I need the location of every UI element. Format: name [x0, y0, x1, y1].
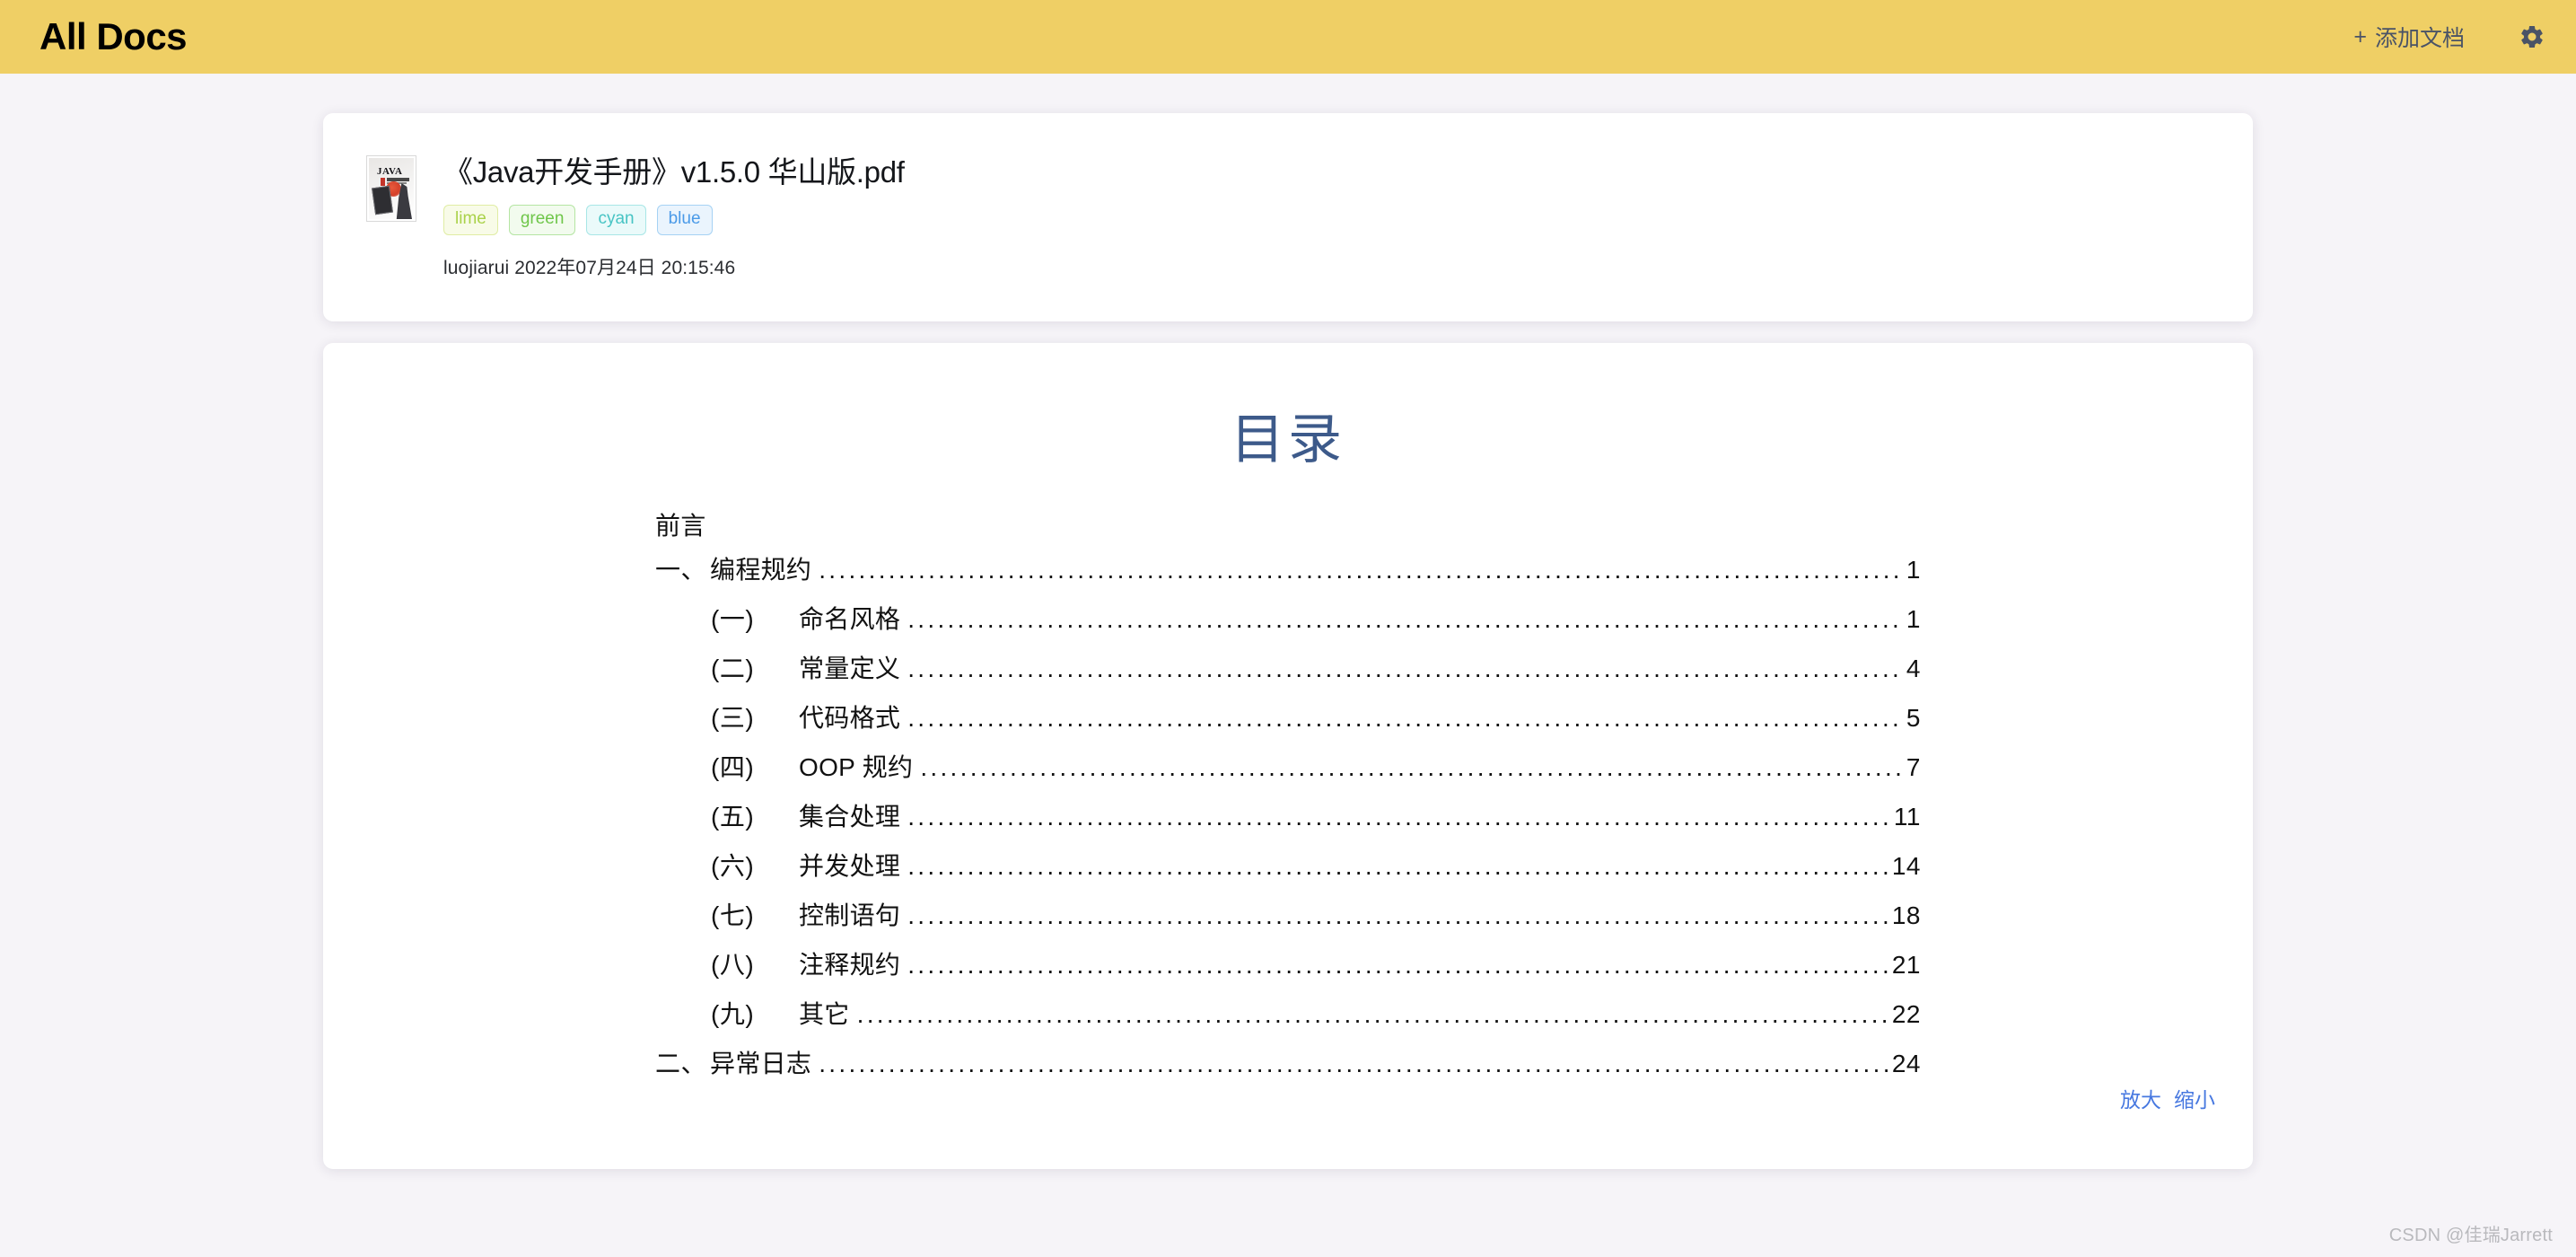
toc-entry-page: 1 [1906, 605, 1921, 633]
tag-cyan[interactable]: cyan [586, 205, 646, 235]
toc-dot-leader: ........................................… [907, 909, 1889, 929]
toc-entry-label: 控制语句 [799, 901, 901, 929]
toc-entry-label: 集合处理 [799, 803, 901, 831]
toc-entry[interactable]: (二) 常量定义.................................… [655, 656, 1921, 687]
zoom-out-button[interactable]: 缩小 [2174, 1083, 2215, 1113]
thumbnail-java-text: JAVA [377, 166, 403, 177]
toc-dot-leader: ........................................… [907, 810, 1891, 831]
toc-entry[interactable]: (一) 命名风格.................................… [655, 607, 1921, 637]
toc-entry[interactable]: (六) 并发处理.................................… [655, 854, 1921, 884]
toc-entry-label: 代码格式 [799, 704, 901, 732]
toc-dot-leader: ........................................… [907, 662, 1904, 682]
toc-entry[interactable]: 二、 异常日志..................................… [655, 1051, 1921, 1082]
toc-entry-label: 前言 [655, 512, 706, 540]
toc-dot-leader: ........................................… [819, 1057, 1889, 1077]
watermark: CSDN @佳瑞Jarrett [2388, 1226, 2553, 1245]
toc-dot-leader: ........................................… [907, 859, 1889, 880]
toc-entry-page: 14 [1891, 852, 1921, 880]
toc-dot-leader: ........................................… [907, 612, 1904, 633]
toc-entry-number: (八) [711, 951, 755, 979]
toc-dot-leader: ........................................… [920, 760, 1904, 781]
toc-entry[interactable]: (四) OOP 规约...............................… [655, 755, 1921, 786]
tag-green[interactable]: green [508, 205, 576, 235]
thumbnail-red-seal [381, 178, 385, 186]
toc-dot-leader: ........................................… [907, 711, 1904, 732]
toc-entry[interactable]: (九) 其它...................................… [655, 1002, 1921, 1033]
gear-icon [2519, 23, 2545, 50]
app-header: All Docs + 添加文档 [0, 0, 2576, 74]
toc-entry-number: (一) [711, 605, 755, 633]
toc-entry-page: 5 [1906, 704, 1921, 732]
tag-blue[interactable]: blue [656, 205, 713, 235]
toc-dot-leader: ........................................… [819, 563, 1904, 584]
toc-list: 前言......................................… [655, 514, 1921, 1082]
settings-button[interactable] [2517, 22, 2547, 52]
toc-entry-number: (七) [711, 901, 755, 929]
toc-entry-number: (九) [711, 1000, 755, 1028]
toc-entry-page: 24 [1891, 1050, 1921, 1077]
tag-list: lime green cyan blue [443, 205, 905, 235]
document-row: JAVA 《Java开发手册》v1.5.0 华山版.pdf lime green… [366, 153, 905, 280]
header-actions: + 添加文档 [2353, 21, 2547, 53]
toc-entry-number: (二) [711, 655, 755, 682]
toc-entry-page: 11 [1893, 803, 1921, 831]
document-card[interactable]: JAVA 《Java开发手册》v1.5.0 华山版.pdf lime green… [323, 113, 2253, 321]
toc-dot-leader: ........................................… [856, 1007, 1889, 1028]
document-info: 《Java开发手册》v1.5.0 华山版.pdf lime green cyan… [443, 153, 905, 280]
toc-entry-number: (三) [711, 704, 755, 732]
toc-entry[interactable]: (七) 控制语句.................................… [655, 903, 1921, 934]
toc-entry-label: OOP 规约 [799, 753, 914, 781]
toc-entry-page: 7 [1906, 753, 1921, 781]
add-document-label: 添加文档 [2374, 26, 2465, 51]
document-meta: luojiarui 2022年07月24日 20:15:46 [443, 258, 736, 278]
toc-entry-label: 编程规约 [710, 556, 812, 584]
add-document-button[interactable]: + 添加文档 [2353, 21, 2465, 53]
toc-entry-label: 常量定义 [799, 655, 901, 682]
toc-entry-number: 二、 [655, 1050, 707, 1077]
toc-entry-page: 22 [1891, 1000, 1921, 1028]
thumbnail-book [372, 185, 393, 215]
toc-entry-number: (五) [711, 803, 755, 831]
toc-entry[interactable]: (五) 集合处理.................................… [655, 804, 1921, 835]
toc-entry-page: 21 [1891, 951, 1921, 979]
plus-icon: + [2353, 23, 2367, 49]
document-title[interactable]: 《Java开发手册》v1.5.0 华山版.pdf [443, 154, 905, 190]
pdf-viewer-card: 目录 前言...................................… [323, 343, 2253, 1169]
toc-entry-label: 并发处理 [799, 852, 901, 880]
thumbnail-banner [387, 178, 409, 181]
toc-entry-number: (六) [711, 852, 755, 880]
toc-entry-number: (四) [711, 753, 755, 781]
app-title: All Docs [39, 15, 188, 57]
toc-entry-label: 其它 [799, 1000, 850, 1028]
toc-entry-page: 1 [1906, 556, 1921, 584]
tag-lime[interactable]: lime [443, 205, 498, 235]
toc-entry[interactable]: (三) 代码格式.................................… [655, 706, 1921, 736]
toc-entry-page: 18 [1891, 901, 1921, 929]
toc-entry-label: 命名风格 [799, 605, 901, 633]
thumbnail-image: JAVA [369, 158, 414, 219]
zoom-controls: 放大 缩小 [2120, 1083, 2215, 1113]
toc-entry[interactable]: 前言......................................… [655, 514, 1921, 539]
toc-entry-label: 异常日志 [710, 1050, 812, 1077]
toc-entry-label: 注释规约 [799, 951, 901, 979]
toc-entry[interactable]: 一、 编程规约..................................… [655, 558, 1921, 588]
toc-dot-leader: ........................................… [907, 958, 1889, 979]
toc-heading: 目录 [1231, 409, 1345, 470]
toc-entry-number: 一、 [655, 556, 707, 584]
document-thumbnail[interactable]: JAVA [366, 155, 416, 222]
toc-entry-page: 4 [1906, 655, 1921, 682]
toc-entry[interactable]: (八) 注释规约.................................… [655, 953, 1921, 983]
zoom-in-button[interactable]: 放大 [2120, 1083, 2161, 1113]
